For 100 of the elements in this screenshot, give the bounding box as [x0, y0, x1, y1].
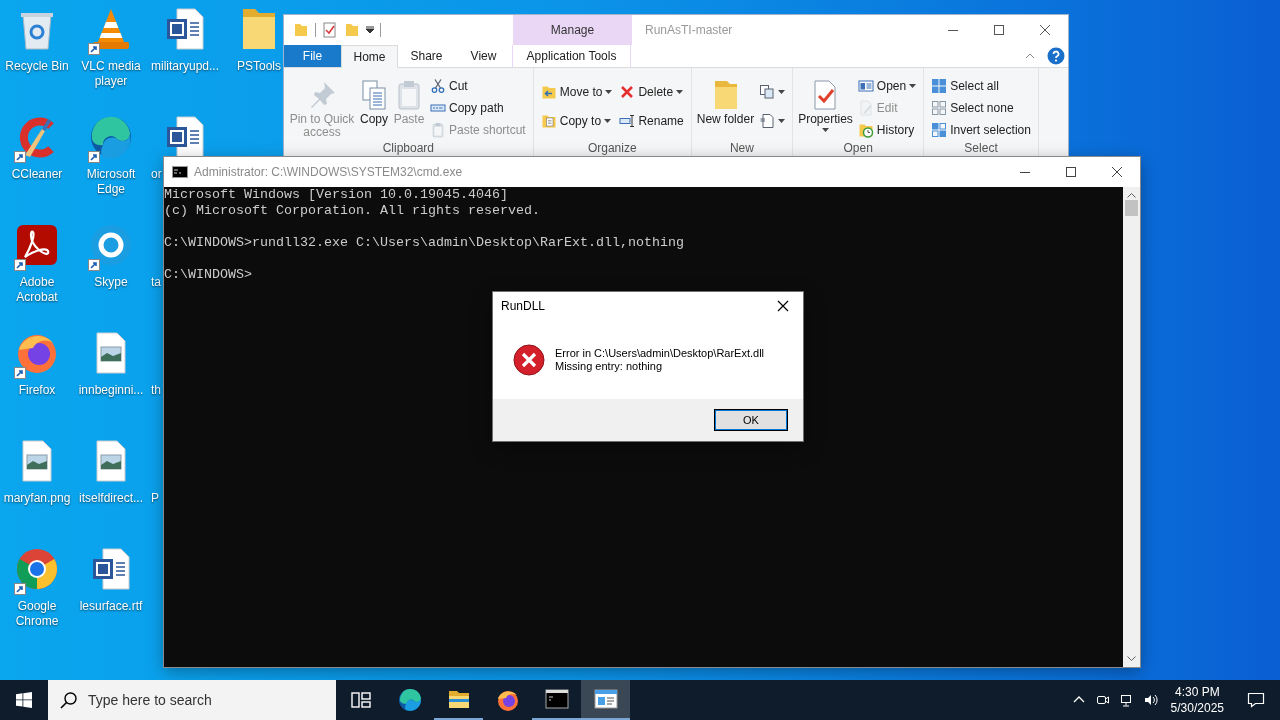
desktop-icon-label[interactable]: Microsoft Edge	[74, 167, 148, 197]
ribbon-button[interactable]: Open	[855, 75, 919, 97]
shortcut-arrow-icon	[14, 367, 26, 379]
empty-grid-icon	[931, 100, 948, 116]
caret-icon	[778, 89, 786, 94]
ribbon-tab[interactable]: View	[455, 45, 512, 67]
ribbon-tab[interactable]: Share	[398, 45, 455, 67]
shortcut-arrow-icon	[14, 259, 26, 271]
button-label: Paste	[393, 113, 425, 126]
maximize-icon	[1066, 167, 1076, 177]
ribbon-group-label: Open	[842, 141, 874, 157]
desktop-icon-label[interactable]: CCleaner	[11, 167, 63, 182]
ribbon-button[interactable]: Delete	[617, 80, 686, 103]
scroll-thumb[interactable]	[1125, 200, 1138, 216]
window-title: RunAsTI-master	[644, 22, 733, 39]
desktop-icon-label[interactable]: Google Chrome	[0, 599, 74, 629]
desktop-icon-label[interactable]: maryfan.png	[3, 491, 71, 506]
desktop-icon-label[interactable]: militaryupd...	[151, 59, 220, 74]
desktop-icon-label[interactable]: or	[151, 167, 162, 182]
console-icon	[172, 166, 188, 178]
desktop-icon-label[interactable]: innbeginni...	[78, 383, 144, 398]
ribbon-button[interactable]: Cut	[428, 75, 528, 97]
scrollbar[interactable]	[1123, 187, 1140, 667]
button-label: Copy to	[559, 113, 602, 128]
desktop-icon-label[interactable]: VLC media player	[74, 59, 148, 89]
error-message: Missing entry: nothing	[555, 359, 663, 373]
rename-icon	[619, 112, 636, 129]
ribbon-button[interactable]: Select none	[929, 97, 1033, 119]
ribbon-button[interactable]: Select all	[929, 75, 1033, 97]
clock-date: 5/30/2025	[1170, 700, 1224, 716]
ribbon-button[interactable]: Move to	[538, 80, 615, 103]
desktop-icon-label[interactable]: ta	[151, 275, 161, 290]
ribbon-button[interactable]: Rename	[617, 109, 686, 132]
shortcut-arrow-icon	[88, 151, 100, 163]
ribbon-button[interactable]: Copy	[358, 71, 390, 126]
button-label: Copy path	[449, 101, 504, 115]
close-icon	[777, 300, 789, 312]
console-line: (c) Microsoft Corporation. All rights reserved.	[164, 203, 540, 219]
maximize-icon	[994, 25, 1004, 35]
button-label: Copy	[360, 113, 388, 126]
caret-icon	[821, 128, 829, 132]
desktop-icon-label[interactable]: P	[151, 491, 159, 506]
button-label: Open	[876, 79, 907, 93]
search-field[interactable]: Type here to search	[48, 680, 336, 720]
customize-caret-icon[interactable]	[366, 26, 374, 34]
desktop-icon-label[interactable]: th	[151, 383, 161, 398]
console-icon	[544, 687, 569, 711]
ribbon-group-label: Select	[963, 141, 999, 157]
ribbon-button[interactable]: Properties	[798, 71, 853, 132]
ribbon-button[interactable]: History	[855, 119, 919, 141]
window-icon	[593, 687, 618, 711]
collapse-caret-icon[interactable]	[1025, 53, 1035, 59]
console-line: C:\WINDOWS>	[164, 267, 252, 283]
ribbon-tab[interactable]: Application Tools	[512, 45, 631, 67]
file-menu-tab[interactable]: File	[284, 45, 341, 67]
delete-icon	[619, 83, 636, 100]
ribbon-button[interactable]: New folder	[696, 71, 755, 126]
ok-button[interactable]: OK	[714, 409, 788, 431]
ribbon-group-label: New	[728, 141, 755, 157]
folder-clock-icon	[857, 122, 874, 138]
volume-icon[interactable]	[1143, 693, 1158, 707]
button-label: Edit	[876, 101, 898, 115]
speech-bubble-icon	[1247, 691, 1265, 709]
windows-logo-icon	[16, 692, 32, 708]
desktop-icon-label[interactable]: Adobe Acrobat	[0, 275, 74, 305]
error-message: Error in C:\Users\admin\Desktop\RarExt.dll	[555, 346, 765, 360]
desktop-icon-label[interactable]: lesurface.rtf	[79, 599, 143, 614]
button-label: Cut	[449, 79, 468, 93]
caret-icon	[778, 118, 786, 123]
help-icon[interactable]	[1047, 47, 1065, 65]
ribbon-tab[interactable]: Home	[341, 45, 398, 68]
camera-icon[interactable]	[1095, 693, 1110, 707]
desktop-icon-label[interactable]: Recycle Bin	[5, 59, 69, 74]
ribbon-button[interactable]: Invert selection	[929, 119, 1033, 141]
button-label: Select all	[950, 79, 999, 93]
error-icon	[513, 343, 545, 376]
folder-icon	[344, 22, 360, 38]
button-label: Paste shortcut	[449, 123, 526, 137]
ribbon-button[interactable]: Copy to	[538, 109, 615, 132]
taskbar-app-button[interactable]	[581, 680, 630, 720]
clock[interactable]: 4:30 PM 5/30/2025	[1162, 684, 1232, 716]
desktop-icon-label[interactable]: Skype	[94, 275, 128, 290]
search-icon	[60, 691, 78, 709]
desktop-icon-label[interactable]: PSTools	[237, 59, 281, 74]
caret-icon	[676, 89, 684, 94]
clock-time: 4:30 PM	[1174, 684, 1220, 700]
grid-icon	[931, 78, 948, 94]
ribbon-button[interactable]: Copy path	[428, 97, 528, 119]
network-icon[interactable]	[1119, 693, 1134, 707]
button-label: Select none	[950, 101, 1014, 115]
button-label: Invert selection	[950, 123, 1031, 137]
desktop-icon-label[interactable]: Firefox	[18, 383, 56, 398]
ribbon-group-label: Organize	[586, 141, 638, 157]
checklist-icon	[322, 22, 338, 38]
close-icon	[1040, 25, 1050, 35]
window-icon	[857, 78, 874, 94]
shortcut-arrow-icon	[14, 583, 26, 595]
desktop-icon-label[interactable]: itselfdirect...	[79, 491, 143, 506]
shortcut-arrow-icon	[14, 151, 26, 163]
dialog-title: RunDLL	[501, 299, 546, 313]
